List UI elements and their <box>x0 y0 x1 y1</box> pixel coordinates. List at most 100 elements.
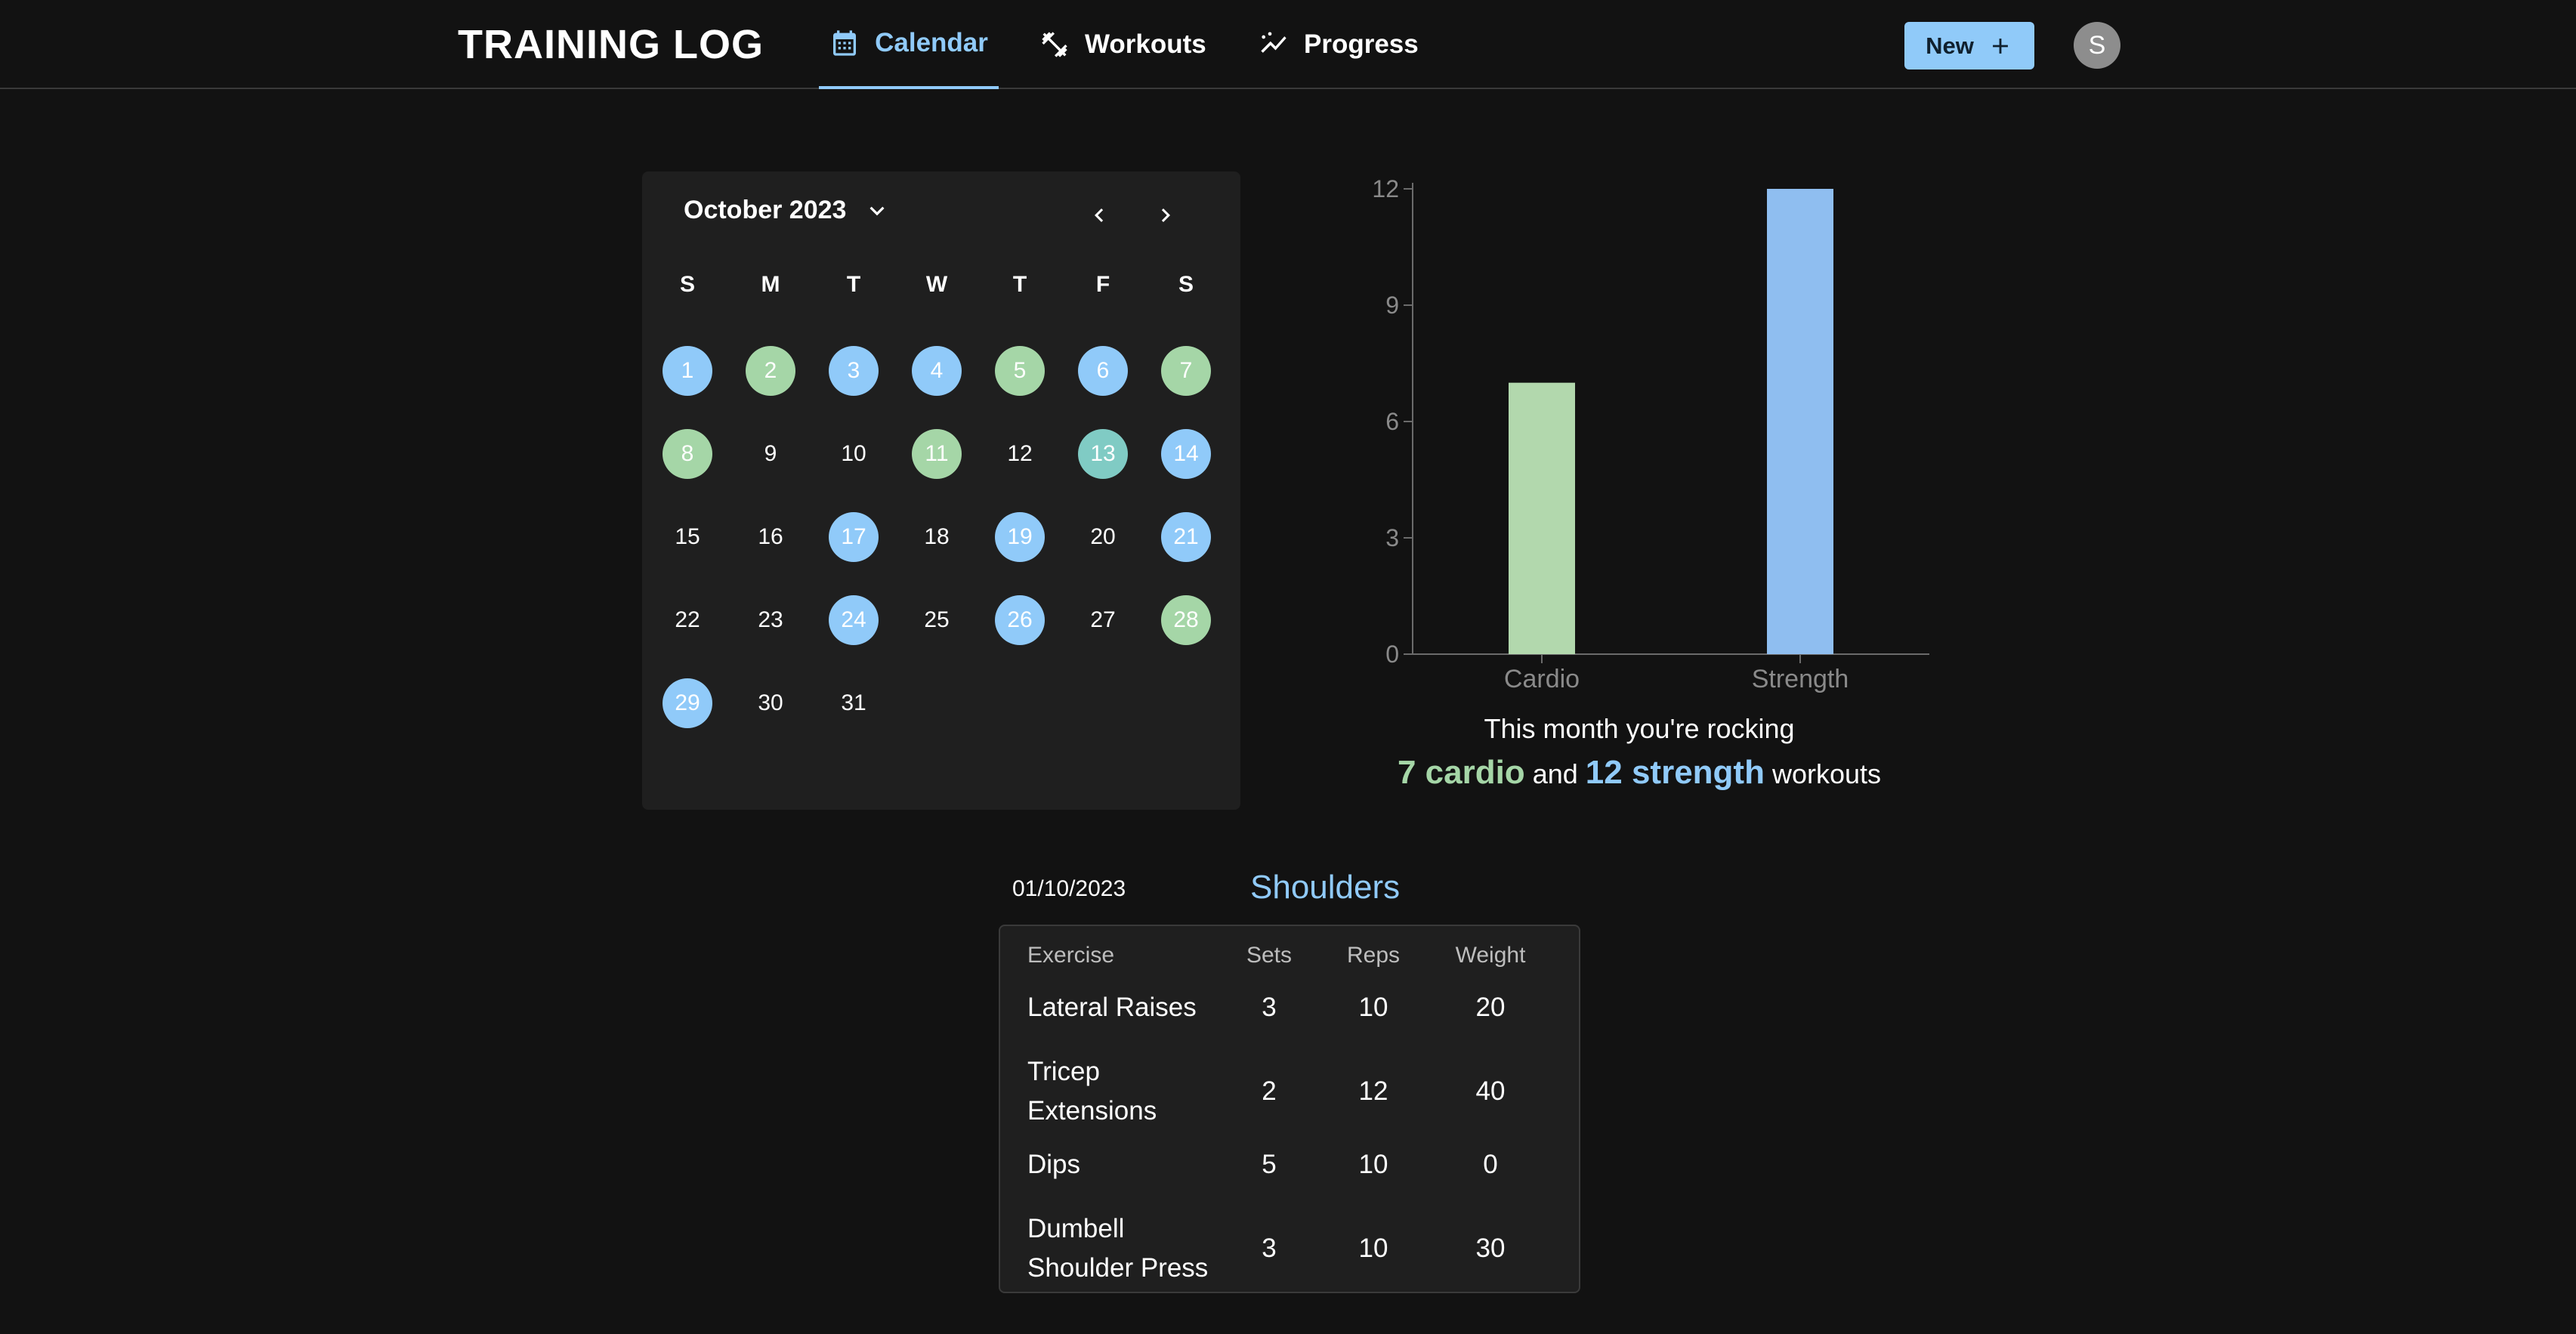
calendar-day[interactable]: 14 <box>1161 429 1211 479</box>
weekday-header: S <box>679 272 695 297</box>
calendar-day[interactable]: 13 <box>1078 429 1128 479</box>
calendar-day[interactable]: 20 <box>1078 512 1128 562</box>
y-tick-label: 6 <box>1385 408 1399 435</box>
exercise-sets: 5 <box>1262 1150 1277 1179</box>
calendar-day[interactable]: 23 <box>746 595 795 645</box>
exercise-name-line: Tricep <box>1027 1057 1100 1086</box>
exercise-reps: 10 <box>1358 1150 1388 1179</box>
weekday-header: F <box>1095 272 1110 297</box>
chevron-left-icon <box>1095 208 1104 222</box>
calendar-day[interactable]: 21 <box>1161 512 1211 562</box>
exercise-table: Exercise Sets Reps Weight Lateral Raises… <box>999 925 1580 1293</box>
y-tick-label: 0 <box>1385 641 1399 668</box>
calendar-day[interactable]: 25 <box>912 595 962 645</box>
new-button[interactable]: New <box>1904 22 2034 69</box>
calendar-day[interactable]: 17 <box>829 512 879 562</box>
calendar-day[interactable]: 5 <box>995 346 1045 396</box>
calendar-day[interactable]: 28 <box>1161 595 1211 645</box>
calendar-day[interactable]: 26 <box>995 595 1045 645</box>
calendar-day[interactable]: 29 <box>663 678 712 728</box>
calendar-day[interactable]: 2 <box>746 346 795 396</box>
summary-and: and <box>1532 758 1578 789</box>
exercise-weight: 0 <box>1483 1150 1498 1179</box>
calendar-day[interactable]: 16 <box>746 512 795 562</box>
weekday-header: S <box>1178 272 1194 297</box>
calendar-day[interactable]: 8 <box>663 429 712 479</box>
calendar-day[interactable]: 3 <box>829 346 879 396</box>
calendar-day[interactable]: 22 <box>663 595 712 645</box>
column-header-weight: Weight <box>1455 943 1526 968</box>
exercise-weight: 20 <box>1475 993 1506 1022</box>
calendar-day[interactable]: 7 <box>1161 346 1211 396</box>
exercise-name: Dumbell Shoulder Press <box>1027 1209 1254 1288</box>
bar-cardio <box>1509 382 1575 654</box>
summary-line-2: 7 cardio and 12 strength workouts <box>1352 754 1926 792</box>
trend-icon <box>1261 32 1286 53</box>
month-selector[interactable]: October 2023 <box>684 196 891 225</box>
calendar-day[interactable]: 24 <box>829 595 879 645</box>
calendar-icon <box>833 30 857 56</box>
summary-line-1: This month you're rocking <box>1484 713 1795 744</box>
exercise-sets: 3 <box>1262 993 1277 1022</box>
tab-calendar[interactable]: Calendar <box>819 0 999 89</box>
calendar-day[interactable]: 30 <box>746 678 795 728</box>
calendar-day[interactable]: 1 <box>663 346 712 396</box>
dumbbell-icon <box>1042 32 1067 57</box>
exercise-name-line: Lateral Raises <box>1027 993 1197 1022</box>
calendar-day[interactable]: 10 <box>829 429 879 479</box>
calendar-day[interactable]: 27 <box>1078 595 1128 645</box>
weekday-header: W <box>925 272 948 297</box>
exercise-weight: 40 <box>1475 1076 1506 1106</box>
month-label: October 2023 <box>684 196 847 224</box>
next-month-button[interactable] <box>1144 194 1187 236</box>
calendar-day[interactable]: 11 <box>912 429 962 479</box>
exercise-reps: 10 <box>1358 1234 1388 1263</box>
tab-workouts-label: Workouts <box>1085 29 1206 59</box>
exercise-name: Tricep Extensions <box>1027 1052 1254 1131</box>
calendar-day[interactable]: 4 <box>912 346 962 396</box>
weekday-header: T <box>846 272 861 297</box>
exercise-name: Dips <box>1027 1145 1254 1184</box>
exercise-reps: 12 <box>1358 1076 1388 1106</box>
top-app-bar: TRAINING LOG Calendar Workouts Progress … <box>0 0 2576 89</box>
app-title: TRAINING LOG <box>458 22 764 67</box>
exercise-weight: 30 <box>1475 1234 1506 1263</box>
exercise-name-line: Dips <box>1027 1150 1081 1179</box>
exercise-sets: 3 <box>1262 1234 1277 1263</box>
calendar-day[interactable]: 31 <box>829 678 879 728</box>
y-tick-label: 9 <box>1385 292 1399 319</box>
calendar-day[interactable]: 6 <box>1078 346 1128 396</box>
column-header-sets: Sets <box>1246 943 1293 968</box>
exercise-reps: 10 <box>1358 993 1388 1022</box>
previous-month-button[interactable] <box>1078 194 1120 236</box>
workout-title[interactable]: Shoulders <box>1250 869 1400 906</box>
tab-workouts[interactable]: Workouts <box>1039 0 1206 89</box>
summary-workouts: workouts <box>1771 758 1882 789</box>
tab-progress-label: Progress <box>1304 29 1419 59</box>
x-tick-label: Cardio <box>1504 665 1580 693</box>
chevron-right-icon <box>1161 208 1170 222</box>
chevron-down-icon <box>869 206 885 215</box>
exercise-name-line: Extensions <box>1027 1096 1157 1126</box>
y-tick-label: 3 <box>1385 524 1399 551</box>
tab-progress[interactable]: Progress <box>1259 0 1419 89</box>
calendar-day[interactable]: 9 <box>746 429 795 479</box>
column-header-exercise: Exercise <box>1027 943 1115 968</box>
calendar-day[interactable]: 18 <box>912 512 962 562</box>
calendar-day[interactable]: 12 <box>995 429 1045 479</box>
avatar[interactable]: S <box>2074 22 2120 69</box>
new-button-label: New <box>1926 32 1974 59</box>
y-tick-label: 12 <box>1372 175 1399 202</box>
workout-type-chart: 0 3 6 9 12 Cardio Strength <box>1352 174 1957 703</box>
cardio-count: 7 cardio <box>1397 754 1525 791</box>
weekday-header: M <box>761 272 780 297</box>
calendar-day[interactable]: 15 <box>663 512 712 562</box>
calendar-day[interactable]: 19 <box>995 512 1045 562</box>
exercise-name-line: Shoulder Press <box>1027 1253 1209 1283</box>
tab-calendar-label: Calendar <box>875 28 988 57</box>
strength-count: 12 strength <box>1585 754 1765 791</box>
exercise-name: Lateral Raises <box>1027 988 1254 1027</box>
x-tick-label: Strength <box>1752 665 1849 693</box>
bar-strength <box>1767 189 1833 654</box>
bar-chart: 0 3 6 9 12 Cardio Strength <box>1372 175 1929 693</box>
